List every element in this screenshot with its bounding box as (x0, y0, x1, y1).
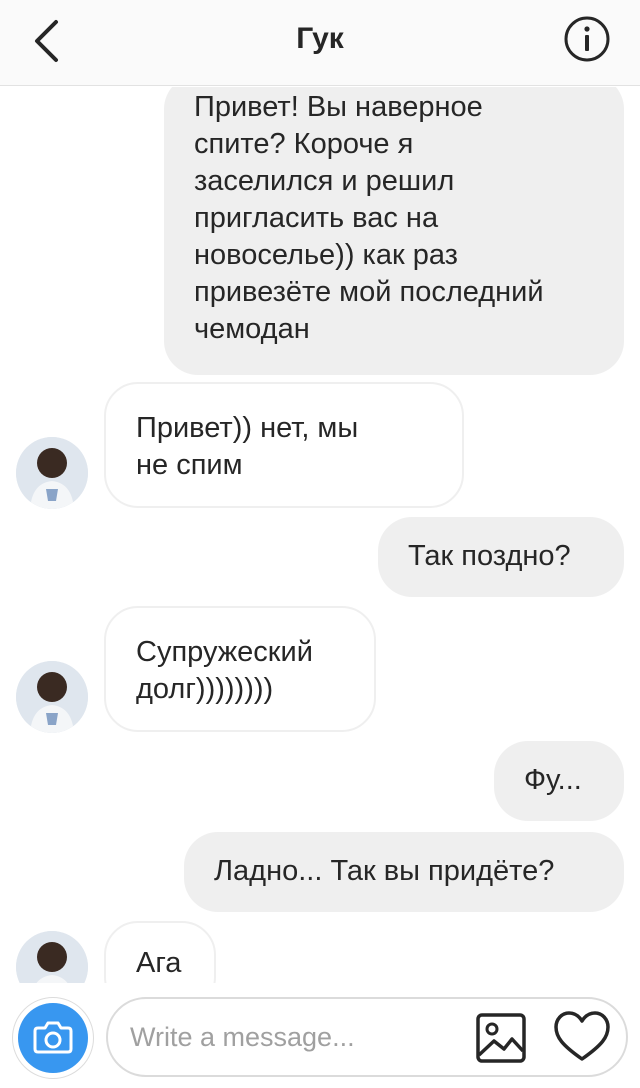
message-bubble-outgoing[interactable]: Фу... (494, 741, 624, 821)
avatar-photo (16, 437, 88, 509)
contact-avatar[interactable] (16, 931, 88, 983)
camera-button-fill (18, 1003, 88, 1073)
avatar-photo (16, 661, 88, 733)
message-composer (0, 983, 640, 1088)
info-button[interactable] (562, 14, 612, 64)
gallery-button[interactable] (474, 1011, 528, 1065)
contact-avatar[interactable] (16, 661, 88, 733)
heart-icon (554, 1011, 610, 1061)
camera-icon (33, 1021, 73, 1054)
like-button[interactable] (552, 1009, 612, 1065)
chat-header: Гук (0, 0, 640, 86)
info-icon (564, 16, 610, 62)
message-bubble-incoming[interactable]: Ага (104, 921, 216, 983)
message-input[interactable] (130, 1013, 460, 1061)
avatar-photo (16, 931, 88, 983)
contact-avatar[interactable] (16, 437, 88, 509)
message-input-container[interactable] (106, 997, 628, 1077)
message-bubble-outgoing[interactable]: Так поздно? (378, 517, 624, 597)
message-bubble-outgoing[interactable]: Привет! Вы наверное спите? Короче я засе… (164, 87, 624, 375)
camera-button[interactable] (12, 997, 94, 1079)
image-icon (476, 1013, 526, 1063)
message-bubble-outgoing[interactable]: Ладно... Так вы придёте? (184, 832, 624, 912)
message-bubble-incoming[interactable]: Привет)) нет, мы не спим (104, 382, 464, 508)
chat-title[interactable]: Гук (0, 22, 640, 56)
message-thread[interactable]: Привет! Вы наверное спите? Короче я засе… (0, 87, 640, 983)
message-bubble-incoming[interactable]: Супружеский долг)))))))) (104, 606, 376, 732)
